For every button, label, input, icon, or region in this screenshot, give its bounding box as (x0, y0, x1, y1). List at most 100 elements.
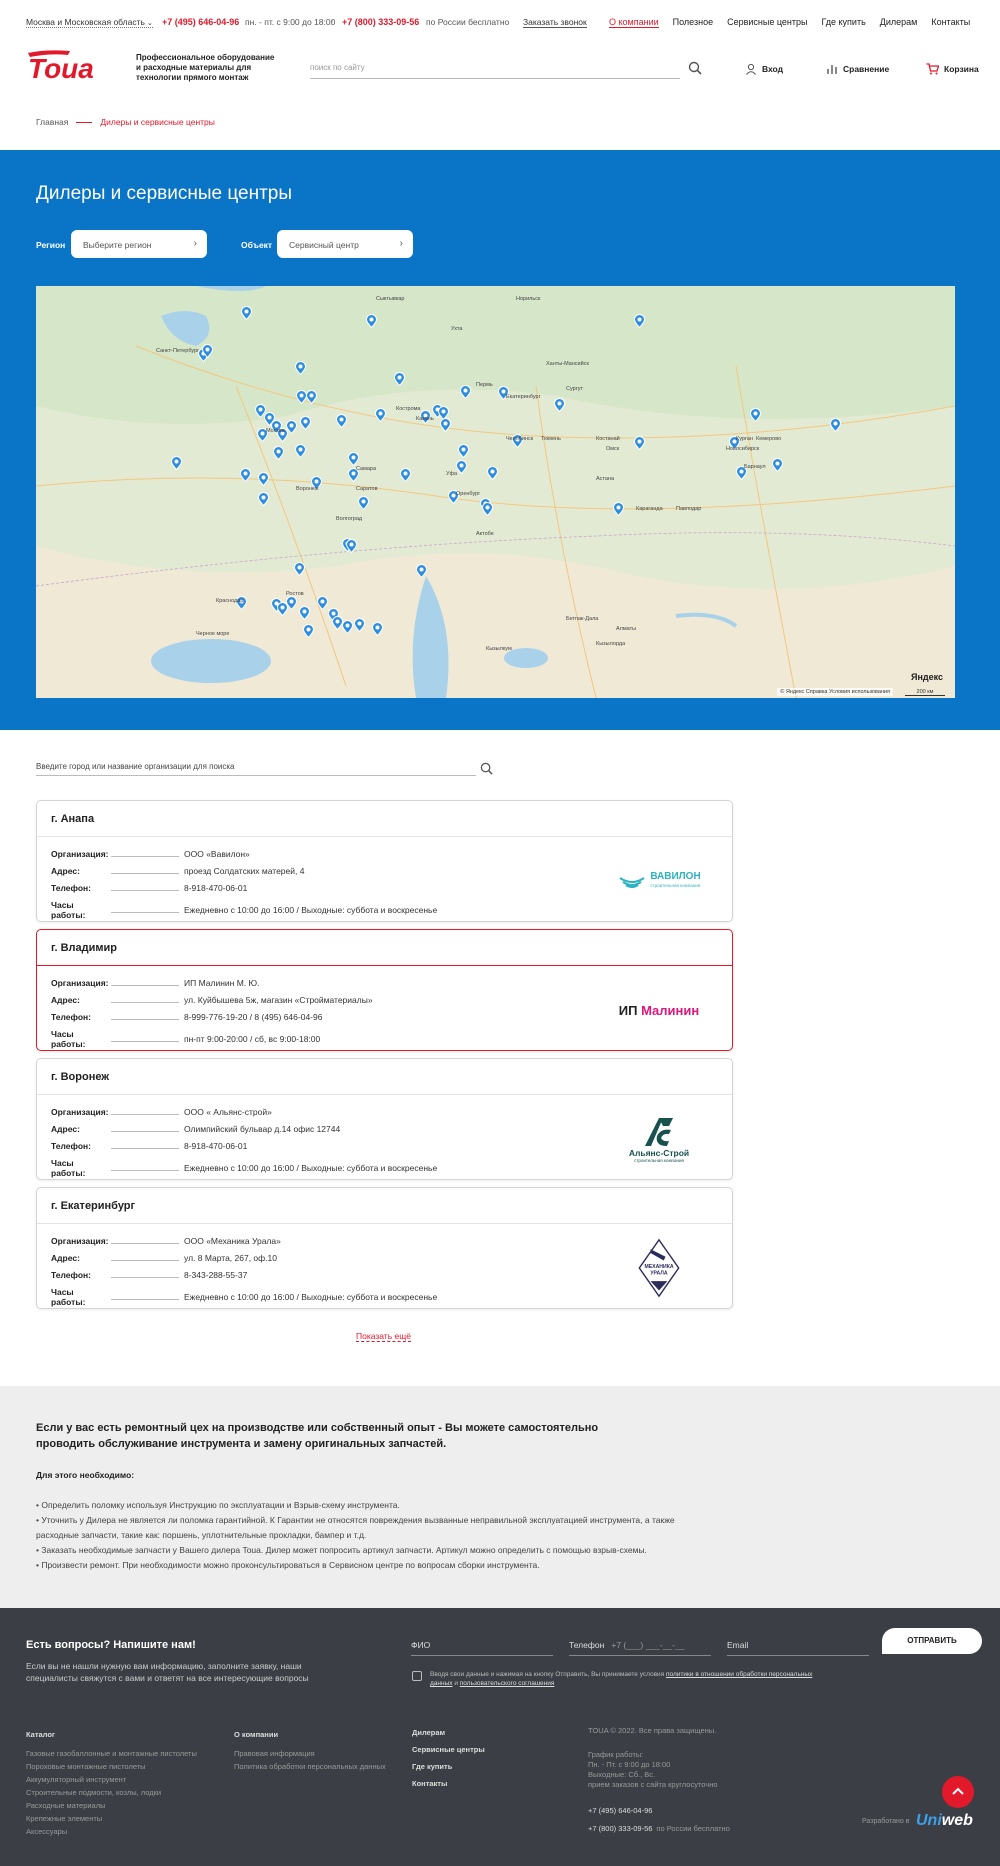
region-selector[interactable]: Москва и Московская область ⌄ (26, 17, 153, 28)
email-field[interactable]: Email (727, 1636, 869, 1656)
callback-link[interactable]: Заказать звонок (523, 17, 587, 28)
map-pin-icon[interactable] (305, 389, 318, 405)
footer-link[interactable]: Аксессуары (26, 1825, 197, 1838)
map-pin-icon[interactable] (357, 495, 370, 511)
search-icon[interactable] (688, 61, 702, 75)
scroll-to-top-button[interactable] (942, 1776, 974, 1808)
footer-link[interactable]: Правовая информация (234, 1747, 386, 1760)
map-pin-icon[interactable] (299, 415, 312, 431)
map-pin-icon[interactable] (393, 371, 406, 387)
send-button[interactable]: ОТПРАВИТЬ (882, 1628, 982, 1654)
fio-field[interactable]: ФИО (411, 1636, 553, 1656)
map-pin-icon[interactable] (298, 605, 311, 621)
map-pin-icon[interactable] (439, 417, 452, 433)
map-pin-icon[interactable] (459, 384, 472, 400)
map-pin-icon[interactable] (771, 457, 784, 473)
map-pin-icon[interactable] (365, 313, 378, 329)
phone-value[interactable]: 8-918-470-06-01 (184, 883, 247, 893)
footer-link[interactable]: Расходные материалы (26, 1799, 197, 1812)
map-pin-icon[interactable] (415, 563, 428, 579)
logo[interactable]: Toua (26, 49, 114, 81)
map-pin-icon[interactable] (399, 467, 412, 483)
map-pin-icon[interactable] (353, 617, 366, 633)
dealer-search-input[interactable]: Введите город или название организации д… (36, 756, 476, 776)
phone-free[interactable]: +7 (800) 333-09-56 (342, 17, 419, 27)
nav-service-centers[interactable]: Сервисные центры (727, 17, 807, 28)
footer-link-contacts[interactable]: Контакты (412, 1775, 485, 1792)
map-pin-icon[interactable] (829, 417, 842, 433)
footer-link[interactable]: Крепежные элементы (26, 1812, 197, 1825)
footer-link[interactable]: Пороховые монтажные пистолеты (26, 1760, 197, 1773)
map-pin-icon[interactable] (201, 343, 214, 359)
uniweb-logo[interactable]: Uniweb (916, 1812, 973, 1830)
cart-button[interactable]: Корзина (926, 63, 979, 75)
footer-link[interactable]: Политика обработки персональных данных (234, 1760, 386, 1773)
dealer-map[interactable]: Яндекс © Яндекс Справка Условия использо… (36, 286, 955, 698)
compare-button[interactable]: Сравнение (826, 63, 889, 75)
map-pin-icon[interactable] (285, 595, 298, 611)
map-pin-icon[interactable] (272, 445, 285, 461)
map-pin-icon[interactable] (457, 443, 470, 459)
footer-catalog-title[interactable]: Каталог (26, 1728, 197, 1741)
footer-link[interactable]: Строительные подмости, козлы, лодки (26, 1786, 197, 1799)
phone-main[interactable]: +7 (495) 646-04-96 (162, 17, 239, 27)
map-pin-icon[interactable] (374, 407, 387, 423)
user-agreement-link[interactable]: пользовательского соглашения (460, 1680, 555, 1687)
map-pin-icon[interactable] (371, 621, 384, 637)
footer-phone-1[interactable]: +7 (495) 646-04-96 (588, 1806, 652, 1815)
consent-checkbox[interactable] (412, 1671, 422, 1681)
dealer-card[interactable]: г. Анапа Организация: ООО «Вавилон» Адрес… (36, 800, 733, 922)
map-pin-icon[interactable] (749, 407, 762, 423)
map-pin-icon[interactable] (257, 491, 270, 507)
map-pin-icon[interactable] (170, 455, 183, 471)
site-search-input[interactable]: поиск по сайту (310, 59, 680, 79)
map-pin-icon[interactable] (316, 595, 329, 611)
map-city-label: Уфа (446, 471, 458, 477)
map-pin-icon[interactable] (455, 459, 468, 475)
map-pin-icon[interactable] (294, 443, 307, 459)
map-pin-icon[interactable] (633, 435, 646, 451)
phone-field[interactable]: Телефон +7 (___) ___-__-__ (569, 1636, 711, 1656)
map-pin-icon[interactable] (257, 471, 270, 487)
map-pin-icon[interactable] (239, 467, 252, 483)
dealer-card[interactable]: г. Воронеж Организация: ООО « Альянс-стро… (36, 1058, 733, 1180)
map-pin-icon[interactable] (486, 465, 499, 481)
map-pin-icon[interactable] (240, 305, 253, 321)
nav-about[interactable]: О компании (609, 17, 659, 28)
map-pin-icon[interactable] (347, 451, 360, 467)
nav-where-to-buy[interactable]: Где купить (821, 17, 865, 28)
search-icon[interactable] (480, 762, 493, 775)
footer-link-service[interactable]: Сервисные центры (412, 1741, 485, 1758)
footer-link[interactable]: Газовые газобаллонные и монтажные пистол… (26, 1747, 197, 1760)
phone-value[interactable]: 8-343-288-55-37 (184, 1270, 247, 1280)
login-button[interactable]: Вход (745, 63, 783, 75)
nav-dealers[interactable]: Дилерам (880, 17, 918, 28)
footer-phone-2[interactable]: +7 (800) 333-09-56 по России бесплатно (588, 1824, 730, 1833)
map-pin-icon[interactable] (633, 313, 646, 329)
map-pin-icon[interactable] (285, 419, 298, 435)
map-pin-icon[interactable] (341, 619, 354, 635)
footer-link-where-buy[interactable]: Где купить (412, 1758, 485, 1775)
map-pin-icon[interactable] (302, 623, 315, 639)
map-pin-icon[interactable] (293, 561, 306, 577)
nav-useful[interactable]: Полезное (673, 17, 713, 28)
map-pin-icon[interactable] (345, 538, 358, 554)
breadcrumb-home[interactable]: Главная (36, 117, 68, 127)
nav-contacts[interactable]: Контакты (931, 17, 970, 28)
footer-link[interactable]: Аккумуляторный инструмент (26, 1773, 197, 1786)
map-pin-icon[interactable] (553, 397, 566, 413)
show-more-link[interactable]: Показать ещё (356, 1331, 411, 1342)
map-pin-icon[interactable] (335, 413, 348, 429)
map-pin-icon[interactable] (612, 501, 625, 517)
map-pin-icon[interactable] (294, 360, 307, 376)
object-filter-select[interactable]: Сервисный центр › (277, 230, 413, 258)
footer-about-title[interactable]: О компании (234, 1728, 386, 1741)
phone-value[interactable]: 8-999-776-19-20 / 8 (495) 646-04-96 (184, 1012, 322, 1022)
dealer-card-highlighted[interactable]: г. Владимир Организация: ИП Малинин М. Ю.… (36, 929, 733, 1051)
map-pin-icon[interactable] (481, 501, 494, 517)
region-filter-select[interactable]: Выберите регион › (71, 230, 207, 258)
dealer-card[interactable]: г. Екатеринбург Организация: ООО «Механик… (36, 1187, 733, 1309)
map-city-label: Санкт-Петербург (156, 348, 200, 354)
footer-link-dealers[interactable]: Дилерам (412, 1724, 485, 1741)
phone-value[interactable]: 8-918-470-06-01 (184, 1141, 247, 1151)
